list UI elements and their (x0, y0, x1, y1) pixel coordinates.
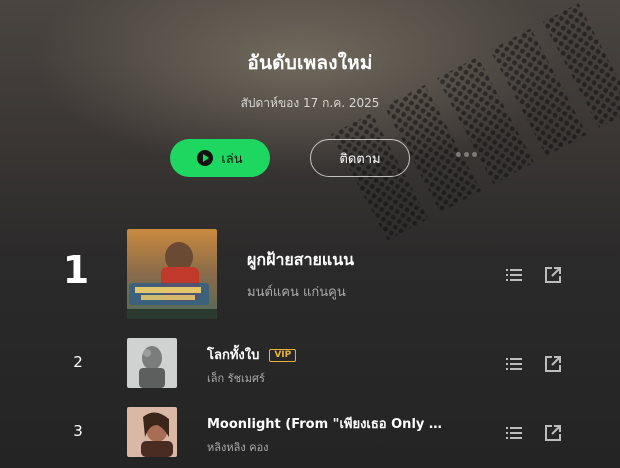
table-row[interactable]: 3 Moonlight (From "เพียงเธอ Only You") ห… (0, 406, 620, 458)
share-external-icon[interactable] (544, 266, 562, 284)
table-row[interactable]: 2 โลกทั้งใบ VIP เล็ก รัชเมศร์ (0, 337, 620, 389)
follow-button[interactable]: ติดตาม (310, 139, 410, 177)
album-cover[interactable] (127, 229, 217, 319)
track-artist[interactable]: มนต์แคน แก่นคูน (247, 281, 346, 302)
rank-number: 1 (62, 248, 90, 292)
page-title: อันดับเพลงใหม่ (247, 52, 373, 74)
watermark-dots-graphic (331, 3, 620, 240)
track-title[interactable]: ผูกฝ้ายสายแนน (247, 248, 447, 273)
chart-page: อันดับเพลงใหม่ สัปดาห์ของ 17 ก.ค. 2025 เ… (0, 0, 620, 468)
more-dots-icon[interactable] (456, 152, 477, 157)
track-title[interactable]: Moonlight (From "เพียงเธอ Only You") (207, 413, 447, 434)
rank-number: 3 (73, 422, 83, 440)
share-external-icon[interactable] (544, 424, 562, 442)
track-title[interactable]: โลกทั้งใบ (207, 348, 259, 363)
rank-number: 2 (73, 353, 83, 371)
week-subtitle: สัปดาห์ของ 17 ก.ค. 2025 (240, 96, 380, 110)
album-cover[interactable] (127, 338, 177, 388)
album-cover[interactable] (127, 407, 177, 457)
share-external-icon[interactable] (544, 355, 562, 373)
table-row[interactable]: 1 ผูกฝ้ายสายแนน มนต์แคน แก่นคูน (0, 228, 620, 320)
follow-button-label: ติดตาม (339, 151, 381, 167)
list-icon[interactable] (505, 355, 523, 373)
list-icon[interactable] (505, 424, 523, 442)
play-circle-icon (197, 150, 214, 166)
vip-badge: VIP (269, 349, 297, 362)
play-button-label: เล่น (221, 151, 243, 167)
track-artist[interactable]: เล็ก รัชเมศร์ (207, 369, 265, 387)
track-artist[interactable]: หลิงหลิง คอง (207, 438, 269, 456)
play-all-button[interactable]: เล่น (170, 139, 270, 177)
list-icon[interactable] (505, 266, 523, 284)
track-title-container: โลกทั้งใบ VIP (207, 344, 447, 365)
